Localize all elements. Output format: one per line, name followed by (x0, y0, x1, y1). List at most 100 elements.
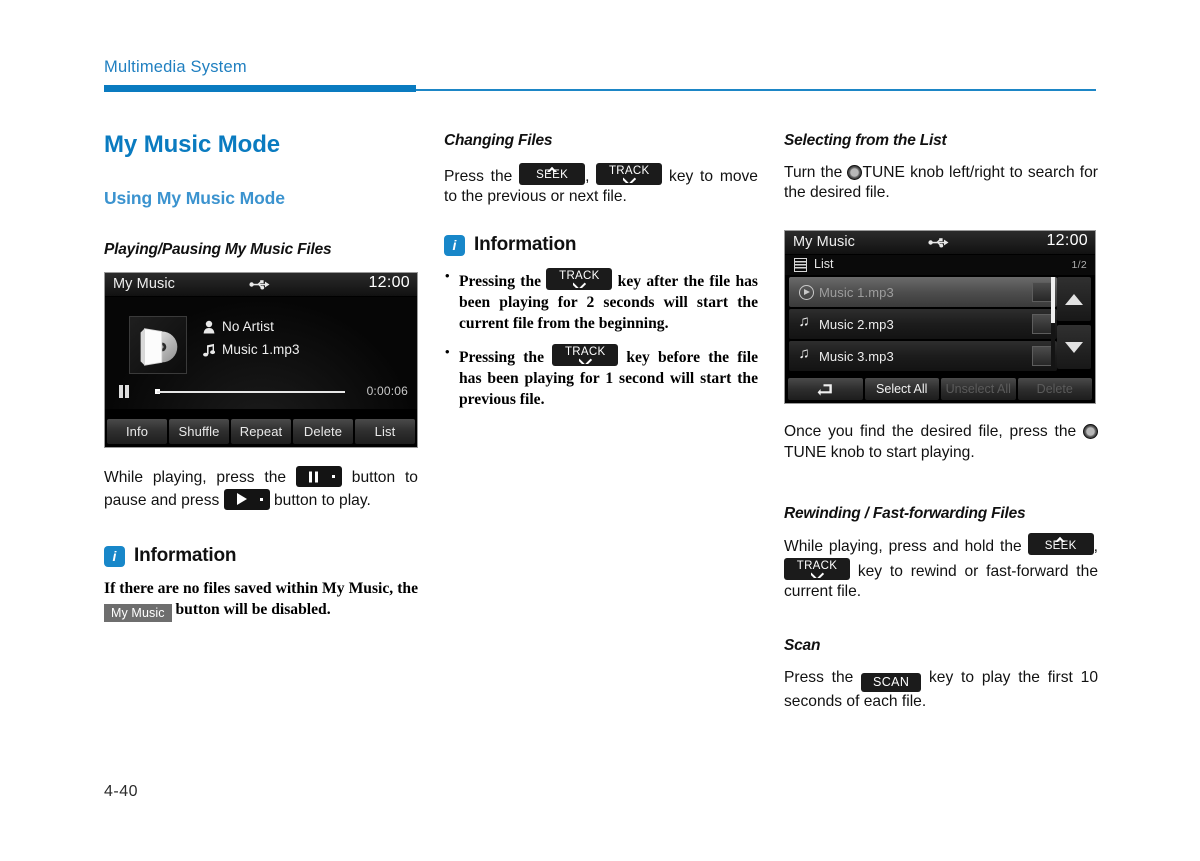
paragraph-changing-mid: , (585, 167, 590, 185)
track-key-icon: TRACK (784, 557, 850, 580)
list-scrollbar[interactable] (1051, 277, 1091, 373)
list-select-all-button[interactable]: Select All (864, 378, 939, 401)
track-key-icon: TRACK (596, 162, 663, 185)
chevron-down-icon (573, 281, 586, 288)
player-soft-button-delete[interactable]: Delete (293, 419, 353, 445)
right-column: Selecting from the List Turn the TUNE kn… (784, 132, 1098, 712)
player-elapsed-time: 0:00:06 (366, 384, 408, 399)
list-item-label: Music 3.mp3 (819, 348, 894, 364)
paragraph-changing-files: Press the SEEK, TRACK key to move to the… (444, 162, 758, 208)
middle-column: Changing Files Press the SEEK, TRACK key… (444, 132, 758, 410)
pause-key-icon (295, 466, 342, 488)
chapter-title: Multimedia System (104, 58, 247, 76)
tune-knob-icon (1083, 424, 1098, 440)
list-item-checkbox[interactable] (1032, 282, 1052, 303)
list-item[interactable]: Music 2.mp3 (789, 309, 1057, 340)
note-item-pre: Pressing the (459, 348, 544, 366)
player-soft-button-bar: Info Shuffle Repeat Delete List (105, 417, 417, 448)
scrollbar-thumb[interactable] (1051, 277, 1055, 324)
list-item[interactable]: Music 1.mp3 (789, 277, 1057, 308)
task-title-scan: Scan (784, 636, 821, 654)
chevron-down-icon (811, 571, 824, 578)
list-rows: Music 1.mp3 Music 2.mp3 Music 3.mp3 (789, 277, 1057, 373)
list-soft-button-bar: Select All Unselect All Delete (785, 377, 1095, 403)
list-icon (794, 258, 807, 273)
note-list-track-key: Pressing the TRACK key after the file ha… (444, 267, 758, 411)
information-icon: i (104, 545, 125, 567)
player-artist-name: No Artist (222, 319, 274, 335)
chevron-down-icon (579, 357, 592, 364)
play-circle-icon (793, 284, 819, 300)
information-banner-left: i Information (104, 545, 418, 567)
list-back-button[interactable] (788, 378, 863, 401)
paragraph-list-pre: Turn the (784, 163, 843, 181)
triangle-down-icon (1065, 341, 1083, 353)
task-title-selecting-from-list: Selecting from the List (784, 132, 947, 149)
paragraph-once-post: TUNE knob to start playing. (784, 443, 975, 461)
player-clock: 12:00 (368, 274, 410, 292)
track-key-icon: TRACK (552, 343, 619, 366)
task-title-playing-pausing: Playing/Pausing My Music Files (104, 241, 332, 259)
paragraph-rewinding: While playing, press and hold the SEEK, … (784, 533, 1098, 603)
list-sub-label: List (814, 257, 834, 272)
paragraph-once-pre: Once you find the desired file, press th… (784, 423, 1077, 441)
usb-icon (249, 280, 270, 290)
player-file-name: Music 1.mp3 (222, 342, 300, 358)
task-title-rewinding-fast-forwarding: Rewinding / Fast-forwarding Files (784, 505, 1026, 523)
back-arrow-icon (817, 383, 832, 396)
play-key-icon (223, 488, 270, 510)
header-rule-thin (416, 89, 1096, 91)
tune-knob-icon (847, 164, 863, 180)
list-screenshot-figure: My Music 12:00 List 1/2 Music 1.mp3 ♫ Mu… (784, 230, 1098, 405)
scrollbar-track[interactable] (1051, 277, 1055, 370)
paragraph-scan: Press the SCAN key to play the first 10 … (784, 668, 1098, 713)
album-art-cd-case-icon (129, 316, 187, 375)
paragraph-rewind-pre: While playing, press and hold the (784, 538, 1022, 556)
page-header: Multimedia System (104, 58, 1096, 92)
player-soft-button-repeat[interactable]: Repeat (231, 419, 291, 445)
list-item-checkbox[interactable] (1032, 314, 1052, 335)
player-screenshot-figure: My Music 12:00 1/4 (104, 272, 418, 449)
my-music-softkey: My Music (104, 604, 172, 623)
list-item[interactable]: Music 3.mp3 (789, 341, 1057, 372)
player-soft-button-list[interactable]: List (355, 419, 415, 445)
player-progress-row: 0:00:06 (105, 383, 417, 399)
track-key-icon: TRACK (546, 268, 613, 291)
progress-bar[interactable] (157, 391, 345, 394)
page-number: 4-40 (104, 783, 139, 800)
information-label: Information (134, 545, 237, 567)
paragraph-play-pause-pre: While playing, press the (104, 469, 287, 487)
paragraph-play-pause: While playing, press the button to pause… (104, 466, 418, 511)
scan-key-icon: SCAN (861, 672, 922, 692)
player-content-area: No Artist Music 1.mp3 0:00:06 (105, 297, 417, 410)
scroll-down-button[interactable] (1057, 325, 1091, 370)
player-soft-button-shuffle[interactable]: Shuffle (169, 419, 229, 445)
seek-key-icon: SEEK (519, 162, 586, 185)
list-unselect-all-button[interactable]: Unselect All (941, 378, 1016, 401)
list-sub-header: List 1/2 (785, 255, 1095, 276)
player-status-bar: My Music 12:00 (105, 273, 417, 298)
list-delete-button[interactable]: Delete (1017, 378, 1092, 401)
scroll-up-button[interactable] (1057, 277, 1091, 322)
player-file-row: Music 1.mp3 (203, 342, 300, 357)
head-unit-list-screen: My Music 12:00 List 1/2 Music 1.mp3 ♫ Mu… (784, 230, 1096, 405)
list-screen-title: My Music (793, 234, 856, 251)
page-title: My Music Mode (104, 131, 281, 158)
list-item-checkbox[interactable] (1032, 346, 1052, 367)
task-title-changing-files: Changing Files (444, 132, 553, 149)
player-soft-button-info[interactable]: Info (107, 419, 167, 445)
note-pre: If there are no files saved within My Mu… (104, 580, 418, 598)
information-icon: i (444, 234, 465, 256)
usb-icon (928, 238, 949, 248)
list-status-bar: My Music 12:00 (785, 231, 1095, 256)
paragraph-changing-pre: Press the (444, 167, 513, 185)
player-screen-title: My Music (113, 276, 176, 293)
paragraph-once-found: Once you find the desired file, press th… (784, 422, 1098, 463)
note-my-music-disabled: If there are no files saved within My Mu… (104, 579, 418, 623)
seek-key-icon: SEEK (1027, 533, 1094, 556)
note-item-pre: Pressing the (459, 273, 542, 291)
music-note-icon (793, 346, 819, 363)
note-list-item: Pressing the TRACK key before the file h… (444, 343, 758, 411)
note-list-item: Pressing the TRACK key after the file ha… (444, 267, 758, 335)
player-metadata: No Artist Music 1.mp3 (203, 319, 300, 365)
